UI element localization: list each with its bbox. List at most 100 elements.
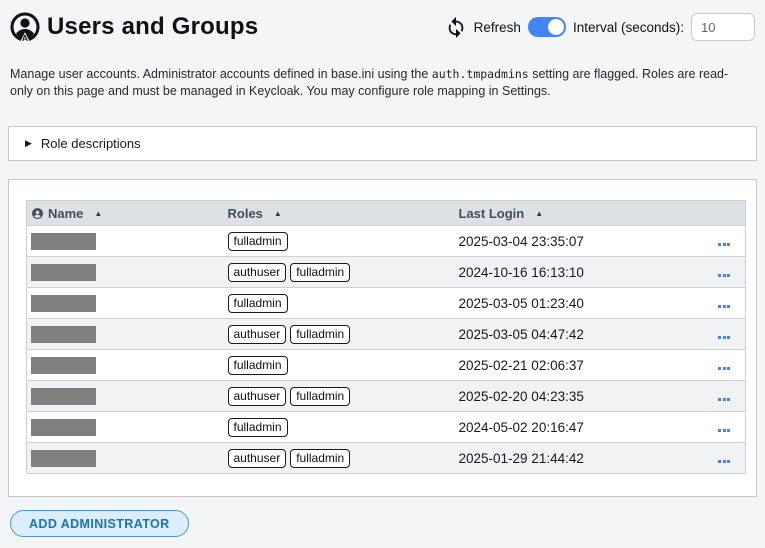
user-roles-cell: authuser fulladmin [223,318,455,350]
chevron-right-icon: ▶ [25,138,32,148]
column-label-name: Name [48,205,84,221]
row-menu-button[interactable] [716,427,732,434]
role-badge-fulladmin: fulladmin [227,231,288,251]
role-badge-fulladmin: fulladmin [290,324,351,344]
redacted-name [31,356,96,374]
user-name-cell [26,380,224,412]
column-label-roles: Roles [227,205,263,221]
row-actions-cell [700,287,746,319]
column-header-roles[interactable]: Roles ▲ [223,200,455,226]
user-name-cell [26,225,224,257]
interval-input[interactable] [691,13,755,41]
role-badge-fulladmin: fulladmin [227,293,288,313]
role-badge-authuser: authuser [227,448,287,468]
row-menu-button[interactable] [716,365,732,372]
redacted-name [31,294,96,312]
redacted-name [31,263,96,281]
account-circle-icon [31,207,44,220]
role-badge-fulladmin: fulladmin [227,417,288,437]
intro-part-1: Manage user accounts. Administrator acco… [10,67,432,81]
user-roles-cell: authuser fulladmin [223,442,455,474]
row-actions-cell [700,225,746,257]
last-login-cell: 2024-10-16 16:13:10 [454,256,701,288]
page-title: Users and Groups [47,13,259,40]
users-and-groups-page: A Users and Groups Refresh Interval (sec… [0,0,765,548]
interval-label: Interval (seconds): [572,19,684,35]
refresh-label: Refresh [473,19,521,35]
last-login-cell: 2024-05-02 20:16:47 [454,411,701,443]
row-menu-button[interactable] [716,303,732,310]
user-row: fulladmin 2025-03-05 01:23:40 [26,287,746,319]
last-login-cell: 2025-03-05 01:23:40 [454,287,701,319]
role-descriptions-expander[interactable]: ▶ Role descriptions [8,126,757,161]
role-badge-authuser: authuser [227,262,287,282]
user-roles-cell: fulladmin [223,411,455,443]
user-row: fulladmin 2024-05-02 20:16:47 [26,411,746,443]
row-menu-button[interactable] [716,272,732,279]
user-name-cell [26,256,224,288]
sort-asc-icon: ▲ [535,208,544,218]
user-row: authuser fulladmin 2025-03-05 04:47:42 [26,318,746,350]
user-name-cell [26,349,224,381]
toggle-knob [547,19,564,35]
intro-text: Manage user accounts. Administrator acco… [10,66,750,100]
user-roles-cell: fulladmin [223,225,455,257]
refresh-cluster: Refresh Interval (seconds): [445,13,755,41]
user-row: fulladmin 2025-03-04 23:35:07 [26,225,746,257]
row-actions-cell [700,442,746,474]
last-login-cell: 2025-03-05 04:47:42 [454,318,701,350]
user-roles-cell: authuser fulladmin [223,380,455,412]
user-row: authuser fulladmin 2025-02-20 04:23:35 [26,380,746,412]
top-bar: A Users and Groups Refresh Interval (sec… [0,0,765,44]
user-roles-cell: authuser fulladmin [223,256,455,288]
user-name-cell [26,411,224,443]
user-name-cell [26,318,224,350]
admin-user-icon: A [10,12,40,42]
refresh-toggle[interactable] [527,17,566,37]
last-login-cell: 2025-02-21 02:06:37 [454,349,701,381]
row-menu-button[interactable] [716,458,732,465]
column-header-last-login[interactable]: Last Login ▲ [454,200,701,226]
role-badge-fulladmin: fulladmin [227,355,288,375]
role-badge-authuser: authuser [227,386,287,406]
users-table-card: Name ▲ Roles ▲ Last Login ▲ fulladmin 20… [8,179,757,497]
row-actions-cell [700,318,746,350]
row-actions-cell [700,349,746,381]
last-login-cell: 2025-02-20 04:23:35 [454,380,701,412]
role-badge-fulladmin: fulladmin [290,262,351,282]
row-menu-button[interactable] [716,396,732,403]
row-menu-button[interactable] [716,241,732,248]
users-table: Name ▲ Roles ▲ Last Login ▲ fulladmin 20… [26,200,746,474]
add-administrator-button[interactable]: ADD ADMINISTRATOR [10,510,189,537]
user-row: authuser fulladmin 2024-10-16 16:13:10 [26,256,746,288]
svg-text:A: A [22,33,28,42]
code-auth-tmpadmins: auth.tmpadmins [431,67,529,81]
redacted-name [31,387,96,405]
last-login-cell: 2025-03-04 23:35:07 [454,225,701,257]
redacted-name [31,232,96,250]
row-actions-cell [700,411,746,443]
user-name-cell [26,287,224,319]
column-header-actions [700,200,746,226]
refresh-icon [445,16,467,38]
role-badge-fulladmin: fulladmin [290,386,351,406]
sort-asc-icon: ▲ [94,208,103,218]
row-actions-cell [700,380,746,412]
redacted-name [31,449,96,467]
row-actions-cell [700,256,746,288]
role-descriptions-label: Role descriptions [40,136,141,151]
role-badge-fulladmin: fulladmin [290,448,351,468]
user-roles-cell: fulladmin [223,287,455,319]
table-header-row: Name ▲ Roles ▲ Last Login ▲ [26,200,746,226]
user-name-cell [26,442,224,474]
users-table-body: fulladmin 2025-03-04 23:35:07 authuser full… [26,225,746,474]
user-row: authuser fulladmin 2025-01-29 21:44:42 [26,442,746,474]
last-login-cell: 2025-01-29 21:44:42 [454,442,701,474]
row-menu-button[interactable] [716,334,732,341]
column-header-name[interactable]: Name ▲ [26,200,224,226]
user-roles-cell: fulladmin [223,349,455,381]
redacted-name [31,325,96,343]
user-row: fulladmin 2025-02-21 02:06:37 [26,349,746,381]
title-wrap: A Users and Groups [10,12,258,42]
column-label-last-login: Last Login [458,205,525,221]
